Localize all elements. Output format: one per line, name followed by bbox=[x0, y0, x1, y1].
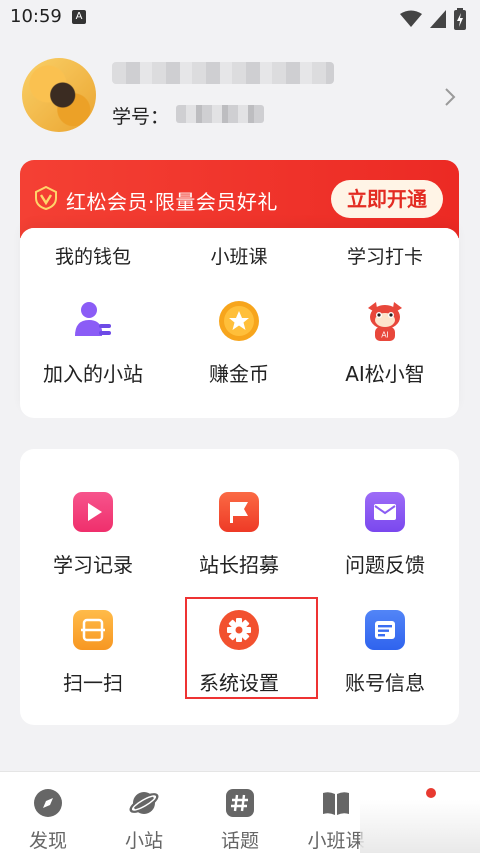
feedback-label: 问题反馈 bbox=[345, 553, 425, 577]
student-id-redacted bbox=[176, 105, 264, 123]
notification-icon: A bbox=[72, 10, 86, 24]
wifi-icon bbox=[400, 10, 422, 27]
mail-icon bbox=[365, 492, 405, 532]
activate-vip-button[interactable]: 立即开通 bbox=[331, 180, 443, 218]
avatar[interactable] bbox=[22, 58, 96, 132]
card-fade bbox=[20, 228, 459, 250]
feedback-item[interactable]: 问题反馈 bbox=[312, 491, 458, 578]
station-recruit-item[interactable]: 站长招募 bbox=[166, 491, 312, 578]
squirrel-mascot-icon: AI bbox=[368, 302, 402, 341]
book-icon bbox=[323, 792, 349, 815]
signal-icon bbox=[430, 10, 446, 28]
scan-item[interactable]: 扫一扫 bbox=[20, 609, 166, 696]
hashtag-icon bbox=[226, 789, 254, 817]
scan-icon bbox=[73, 610, 113, 650]
joined-stations-item[interactable]: 加入的小站 bbox=[20, 300, 166, 387]
ai-assistant-item[interactable]: AI AI松小智 bbox=[312, 300, 458, 387]
nav-topics[interactable]: 话题 bbox=[192, 788, 288, 853]
account-info-item[interactable]: 账号信息 bbox=[312, 609, 458, 696]
play-icon bbox=[73, 492, 113, 532]
nav-discover[interactable]: 发现 bbox=[0, 788, 96, 853]
earn-coins-label: 赚金币 bbox=[209, 362, 269, 386]
study-record-label: 学习记录 bbox=[53, 553, 133, 577]
star-coin-icon bbox=[219, 301, 259, 341]
username-redacted bbox=[112, 62, 334, 84]
battery-icon bbox=[454, 8, 466, 30]
flag-icon bbox=[219, 492, 259, 532]
nav-topics-label: 话题 bbox=[220, 830, 259, 852]
ai-assistant-label: AI松小智 bbox=[345, 362, 425, 386]
notification-dot bbox=[426, 788, 436, 798]
status-time: 10:59 bbox=[10, 6, 62, 27]
scan-label: 扫一扫 bbox=[63, 671, 123, 695]
person-list-icon bbox=[75, 302, 111, 336]
nav-stations-label: 小站 bbox=[124, 830, 163, 852]
station-recruit-label: 站长招募 bbox=[199, 553, 279, 577]
study-record-item[interactable]: 学习记录 bbox=[20, 491, 166, 578]
compass-icon bbox=[34, 789, 62, 817]
student-id-label: 学号： bbox=[112, 106, 170, 128]
chevron-right-icon[interactable] bbox=[440, 86, 460, 108]
highlight-box bbox=[185, 597, 318, 699]
corner-overlay bbox=[360, 800, 480, 853]
services-card: 我的钱包 小班课 学习打卡 加入的小站 赚金币 AI AI松小智 bbox=[20, 228, 459, 418]
status-icons bbox=[400, 8, 466, 30]
vip-banner[interactable]: 红松会员·限量会员好礼 立即开通 bbox=[20, 160, 459, 238]
nav-discover-label: 发现 bbox=[28, 830, 67, 852]
account-info-label: 账号信息 bbox=[345, 671, 425, 695]
svg-text:AI: AI bbox=[381, 331, 389, 340]
vip-shield-icon bbox=[35, 186, 57, 210]
planet-icon bbox=[129, 792, 159, 814]
document-icon bbox=[365, 610, 405, 650]
status-bar: 10:59 A bbox=[0, 0, 480, 36]
earn-coins-item[interactable]: 赚金币 bbox=[166, 300, 312, 387]
nav-stations[interactable]: 小站 bbox=[96, 788, 192, 853]
vip-text: 红松会员·限量会员好礼 bbox=[66, 190, 278, 214]
joined-stations-label: 加入的小站 bbox=[43, 362, 143, 386]
